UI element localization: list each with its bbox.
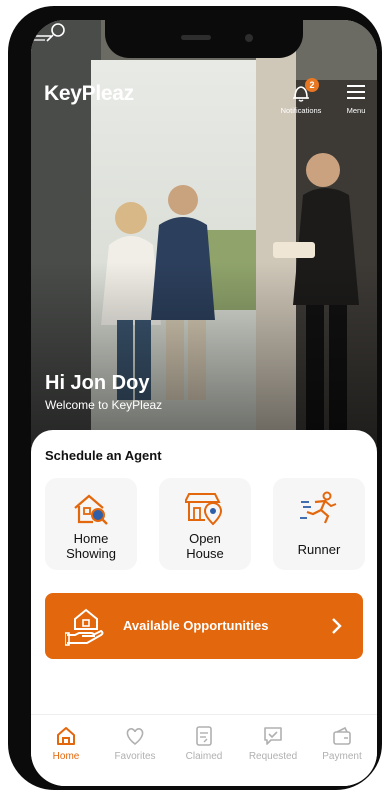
- house-search-icon: [74, 494, 108, 525]
- greeting-subtitle: Welcome to KeyPleaz: [45, 398, 163, 412]
- check-chat-icon: [264, 727, 282, 745]
- tile-label-line2: Showing: [66, 546, 116, 561]
- wallet-icon: [333, 726, 351, 745]
- key-logo-icon: [31, 23, 65, 42]
- home-icon: [57, 727, 75, 745]
- available-opportunities-label: Available Opportunities: [123, 618, 269, 633]
- tab-requested-label: Requested: [248, 751, 298, 762]
- phone-notch: [105, 20, 303, 58]
- tab-claimed-label: Claimed: [185, 751, 223, 762]
- bottom-tab-bar: Home Favorites Claimed Requested Payment: [31, 714, 377, 786]
- speaker-grille: [181, 35, 211, 40]
- greeting: Hi Jon Doy Welcome to KeyPleaz: [45, 372, 162, 412]
- app-logo: KeyPleaz: [44, 82, 134, 105]
- tile-label-line2: House: [186, 546, 224, 561]
- hamburger-icon: [347, 85, 365, 99]
- runner-tile[interactable]: Runner: [273, 478, 365, 570]
- runner-icon: [300, 491, 337, 524]
- tab-payment[interactable]: Payment: [309, 725, 375, 762]
- schedule-card: Schedule an Agent Home Showing Open Hous…: [31, 430, 377, 786]
- chevron-right-icon: [332, 618, 342, 634]
- heart-icon: [126, 728, 144, 746]
- tab-home-label: Home: [52, 751, 80, 762]
- tab-requested[interactable]: Requested: [240, 725, 306, 762]
- tab-payment-label: Payment: [322, 751, 362, 762]
- front-camera: [245, 34, 253, 42]
- bell-icon: [293, 86, 309, 102]
- tile-label-line1: Open: [189, 531, 221, 546]
- notifications-label: Notifications: [280, 106, 322, 115]
- phone-frame: KeyPleaz 2 Notifications Menu Hi Jon Doy…: [8, 6, 382, 790]
- available-opportunities-button[interactable]: Available Opportunities: [45, 593, 363, 659]
- tab-favorites-label: Favorites: [114, 751, 156, 762]
- notification-count-badge: 2: [305, 78, 319, 92]
- menu-label: Menu: [346, 106, 366, 115]
- schedule-title: Schedule an Agent: [45, 448, 162, 463]
- open-house-location-icon: [185, 493, 223, 526]
- tab-favorites[interactable]: Favorites: [102, 725, 168, 762]
- home-showing-tile[interactable]: Home Showing: [45, 478, 137, 570]
- greeting-title: Hi Jon Doy: [45, 372, 150, 394]
- clipboard-icon: [196, 726, 212, 746]
- tab-claimed[interactable]: Claimed: [171, 725, 237, 762]
- hand-house-icon: [65, 608, 104, 646]
- tile-label-line1: Home: [73, 531, 109, 546]
- tab-home[interactable]: Home: [33, 725, 99, 762]
- tile-label-line1: Runner: [297, 542, 341, 557]
- hero-photo: KeyPleaz 2 Notifications Menu Hi Jon Doy…: [31, 20, 377, 460]
- app-screen: KeyPleaz 2 Notifications Menu Hi Jon Doy…: [31, 20, 377, 786]
- open-house-tile[interactable]: Open House: [159, 478, 251, 570]
